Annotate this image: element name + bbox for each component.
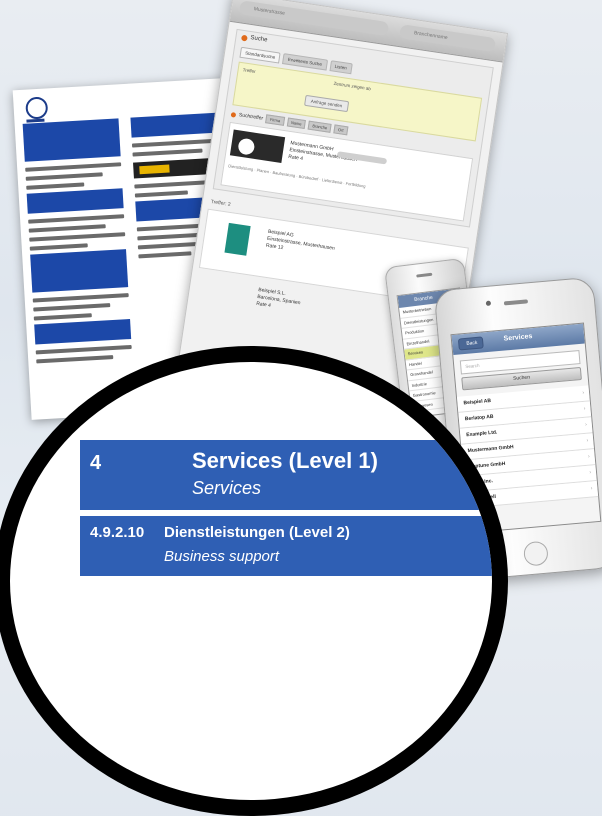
chevron-right-icon: ›: [584, 421, 588, 428]
chevron-right-icon: ›: [587, 453, 590, 460]
category-title: Dienstleistungen (Level 2): [164, 524, 350, 541]
phone-title: Services: [503, 333, 533, 343]
catalog-row: [33, 303, 111, 312]
camera-icon: [485, 300, 492, 307]
company-name: Beispiel AB: [463, 397, 492, 407]
catalog-left-column: [22, 118, 133, 367]
catalog-heading: [26, 188, 124, 214]
zoom-row-level1: 4 Services (Level 1) Services: [80, 440, 492, 510]
chevron-right-icon: ›: [583, 405, 586, 412]
company-name: Berlatop AB: [464, 413, 494, 423]
category-subtitle: Services: [192, 478, 262, 498]
category-number: 4.9.2.10: [90, 524, 145, 541]
catalog-row: [25, 172, 103, 181]
results-tab-firma[interactable]: Firma: [265, 114, 285, 126]
catalog-logo-icon: [25, 96, 49, 120]
chevron-right-icon: ›: [586, 437, 589, 444]
catalog-row: [138, 251, 192, 259]
catalog-heading: [34, 318, 132, 345]
catalog-heading: [130, 112, 220, 138]
speaker-icon: [416, 272, 433, 278]
catalog-row: [29, 243, 88, 251]
secondary-search-field[interactable]: Branchenname: [399, 24, 497, 53]
address-field[interactable]: Musterstrasse: [238, 0, 390, 37]
chevron-right-icon: ›: [589, 469, 592, 476]
catalog-row: [28, 224, 106, 233]
catalog-heading: [30, 249, 129, 293]
zoom-row-level2: 4.9.2.10 Dienstleistungen (Level 2) Busi…: [80, 516, 492, 576]
catalog-row: [36, 355, 114, 364]
catalog-row: [134, 190, 188, 198]
catalog-row: [26, 182, 84, 190]
catalog-row: [32, 293, 129, 303]
chevron-right-icon: ›: [590, 485, 593, 492]
company-name: Example Ltd.: [466, 429, 498, 439]
results-tab-name[interactable]: Name: [286, 117, 307, 130]
catalog-heading: [22, 118, 121, 162]
tab-lists[interactable]: Listen: [329, 60, 353, 75]
company-logo-icon: [224, 222, 251, 256]
catalog-row: [132, 148, 203, 157]
chevron-right-icon: ›: [582, 389, 585, 396]
results-tab-branche[interactable]: Branche: [307, 120, 332, 133]
result-entry-text: Beispiel S.L. Barcelona, Spanien Rate 4: [255, 286, 301, 309]
search-panel: Suche Standardsuche Erweiterte Suche Lis…: [212, 28, 494, 228]
results-tab-ort[interactable]: Ort: [333, 124, 349, 136]
catalog-row: [29, 232, 126, 242]
magnifier-lens: 4 Services (Level 1) Services 4.9.2.10 D…: [10, 362, 492, 800]
magnifier-loupe: 4 Services (Level 1) Services 4.9.2.10 D…: [0, 346, 508, 816]
speaker-icon: [503, 299, 529, 306]
hits-label: Treffer: [242, 67, 256, 75]
results-label: Suchtreffer: [231, 111, 264, 122]
catalog-row: [35, 344, 132, 355]
show-center-checkbox-label[interactable]: Zentrum zeigen ab: [333, 81, 371, 91]
result-entry-text: Beispiel AG Einsteinstrasse, Musterhause…: [265, 228, 336, 252]
catalog-row: [33, 313, 92, 321]
category-number: 4: [90, 452, 102, 474]
tab-standard-search[interactable]: Standardsuche: [239, 46, 281, 64]
company-logo-icon: [229, 129, 286, 163]
catalog-row: [131, 138, 221, 148]
category-subtitle: Business support: [164, 548, 280, 565]
home-button[interactable]: [522, 540, 549, 567]
tab-advanced-search[interactable]: Erweiterte Suche: [282, 53, 328, 71]
catalog-row: [25, 162, 122, 172]
catalog-row: [28, 214, 125, 224]
category-title: Services (Level 1): [192, 448, 378, 473]
send-request-button[interactable]: Anfrage senden: [304, 94, 349, 113]
